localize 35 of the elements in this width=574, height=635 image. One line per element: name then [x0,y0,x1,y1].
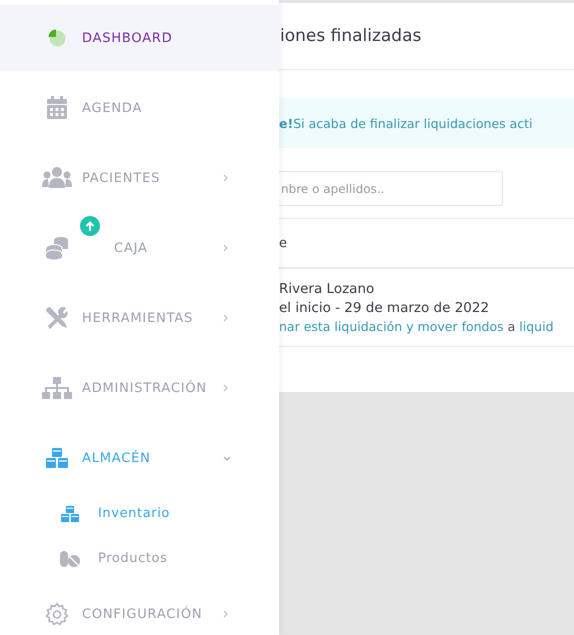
sidebar-item[interactable]: HERRAMIENTAS [0,285,279,351]
submenu-item[interactable]: Productos [0,536,279,581]
calendar-icon [46,96,68,120]
boxes-icon [45,447,69,469]
sidebar-item[interactable]: AGENDA [0,75,279,141]
sidebar-item[interactable]: DASHBOARD [0,5,279,71]
submenu-item[interactable]: Inventario [0,491,279,536]
link[interactable]: liquid [519,319,554,334]
chevron-right-icon [223,610,228,618]
settings-icon [45,602,69,626]
tools-icon [45,306,69,330]
coins-icon [45,236,69,260]
pills-icon [59,550,81,568]
action-text: nar esta liquidación y mover fondos a liquid [279,319,555,334]
patient-name: Rivera Lozano [279,281,376,297]
boxes-icon [60,504,80,522]
date-range: el inicio - 29 de marzo de 2022 [279,300,490,316]
users-icon [42,167,72,189]
sidebar-item[interactable]: ADMINISTRACIÓN [0,355,279,421]
sitemap-icon [42,377,72,399]
column-header: e [279,236,287,250]
chevron-right-icon [223,384,228,392]
pie-chart-icon [47,28,67,48]
sidebar-item[interactable]: PACIENTES [0,145,279,211]
page-title: iones finalizadas [279,3,574,70]
sidebar-item[interactable]: CONFIGURACIÓN [0,581,279,635]
sidebar-item[interactable]: CAJA [0,215,279,281]
chevron-right-icon [223,314,228,322]
chevron-right-icon [223,174,228,182]
sidebar-item[interactable]: ALMACÉN [0,425,279,491]
chevron-right-icon [223,244,228,252]
chevron-down-icon [223,456,231,460]
link[interactable]: nar esta liquidación y mover fondos [279,319,504,334]
search-field[interactable]: nbre o apellidos.. [279,171,503,206]
info-alert: e!Si acaba de finalizar liquidaciones acti [279,98,574,148]
